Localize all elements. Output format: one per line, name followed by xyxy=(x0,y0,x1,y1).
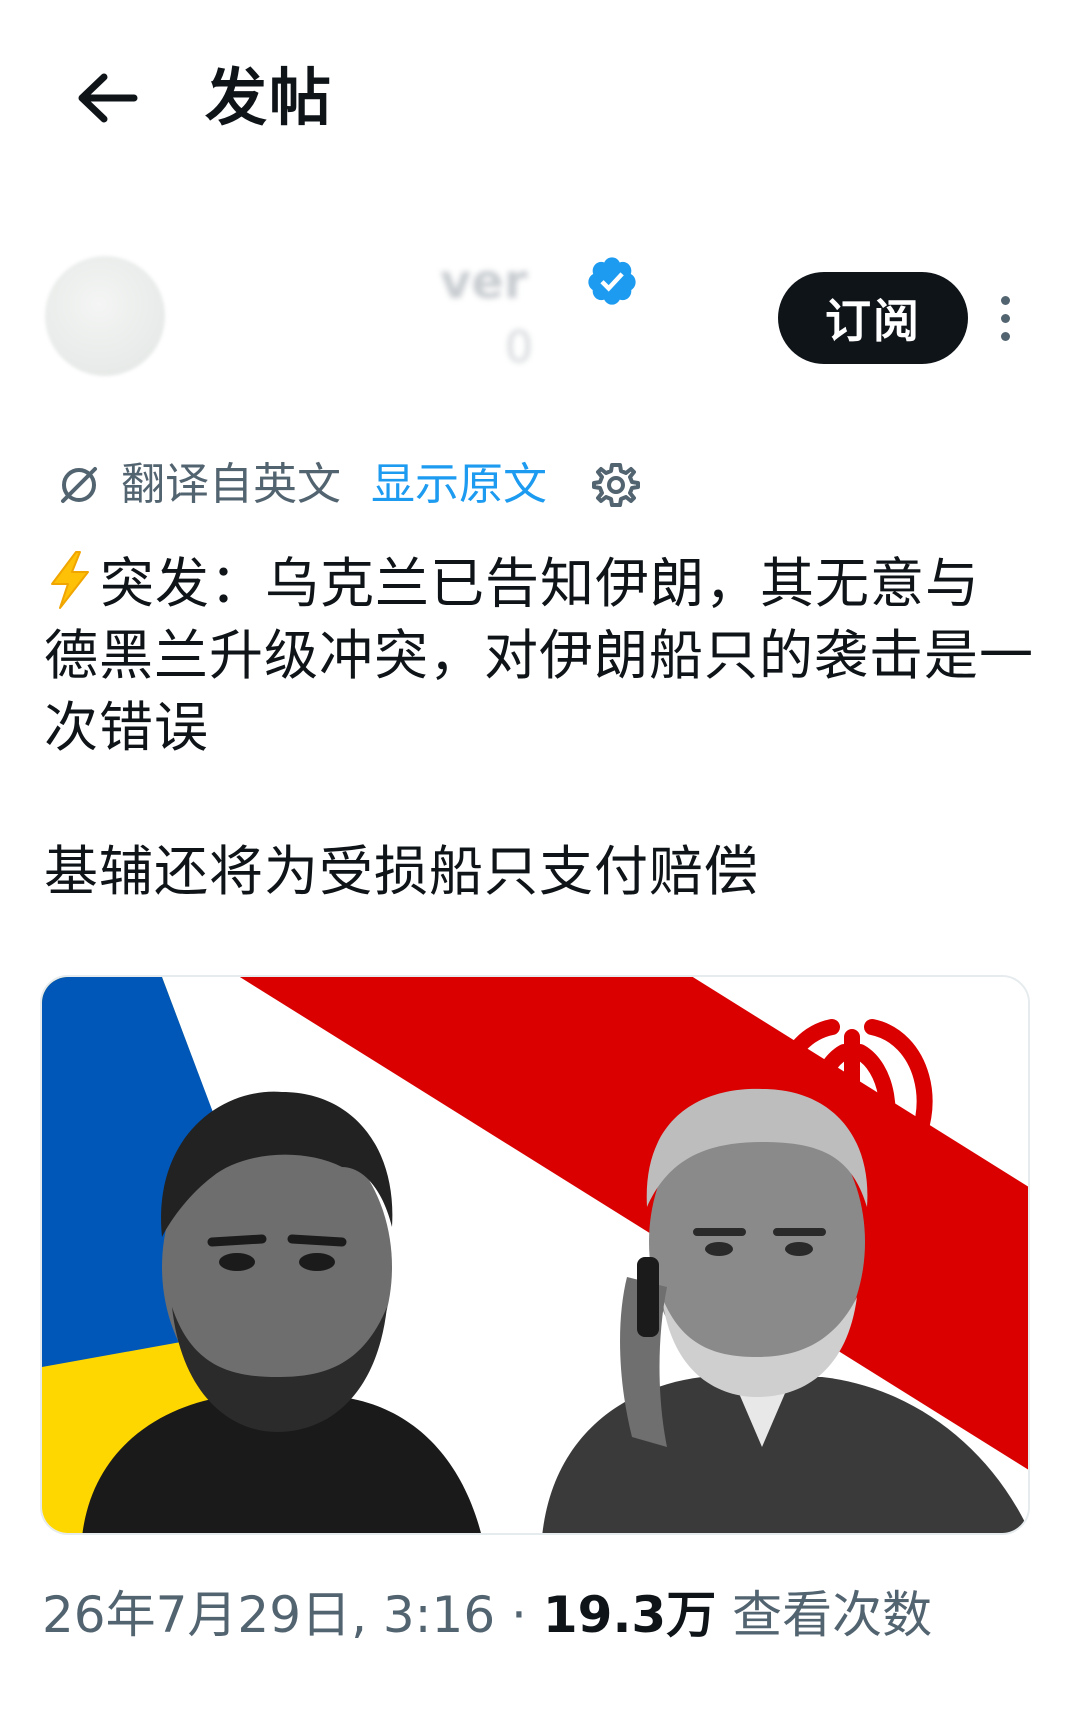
subscribe-button[interactable]: 订阅 xyxy=(778,272,968,364)
verified-badge-icon xyxy=(588,257,636,305)
post-time: 3:16 xyxy=(382,1586,496,1644)
more-vertical-icon xyxy=(1000,295,1010,305)
post-body: 突发：乌克兰已告知伊朗，其无意与德黑兰升级冲突，对伊朗船只的袭击是一次错误 基辅… xyxy=(44,548,1034,908)
translation-label: 翻译自英文 xyxy=(121,459,341,510)
lightning-emoji-icon xyxy=(51,551,89,609)
views-label[interactable]: 查看次数 xyxy=(732,1586,932,1644)
views-count[interactable]: 19.3万 xyxy=(543,1586,716,1644)
author-name[interactable]: ver xyxy=(440,252,528,312)
post-text-secondary: 基辅还将为受损船只支付赔偿 xyxy=(44,840,759,903)
gear-icon[interactable] xyxy=(591,460,641,510)
flags-portrait-illustration xyxy=(42,977,1028,1533)
meta-separator: · xyxy=(511,1586,527,1644)
post-text-main: 突发：乌克兰已告知伊朗，其无意与德黑兰升级冲突，对伊朗船只的袭击是一次错误 xyxy=(44,552,1034,759)
more-options-button[interactable] xyxy=(990,282,1020,354)
author-handle: 0 xyxy=(505,322,533,373)
avatar[interactable] xyxy=(45,256,165,376)
arrow-left-icon xyxy=(78,73,138,123)
translation-bar: 翻译自英文 显示原文 xyxy=(55,450,641,520)
back-button[interactable] xyxy=(72,62,144,134)
page-title: 发帖 xyxy=(205,61,334,134)
post-image[interactable] xyxy=(40,975,1030,1535)
author-row: ver 0 订阅 xyxy=(0,240,1080,390)
top-bar: 发帖 xyxy=(0,0,1080,200)
show-original-link[interactable]: 显示原文 xyxy=(371,455,547,515)
post-meta: 26年7月29日, 3:16 · 19.3万 查看次数 xyxy=(42,1586,933,1644)
post-date: 26年7月29日 xyxy=(42,1586,352,1644)
translate-icon xyxy=(61,467,97,503)
